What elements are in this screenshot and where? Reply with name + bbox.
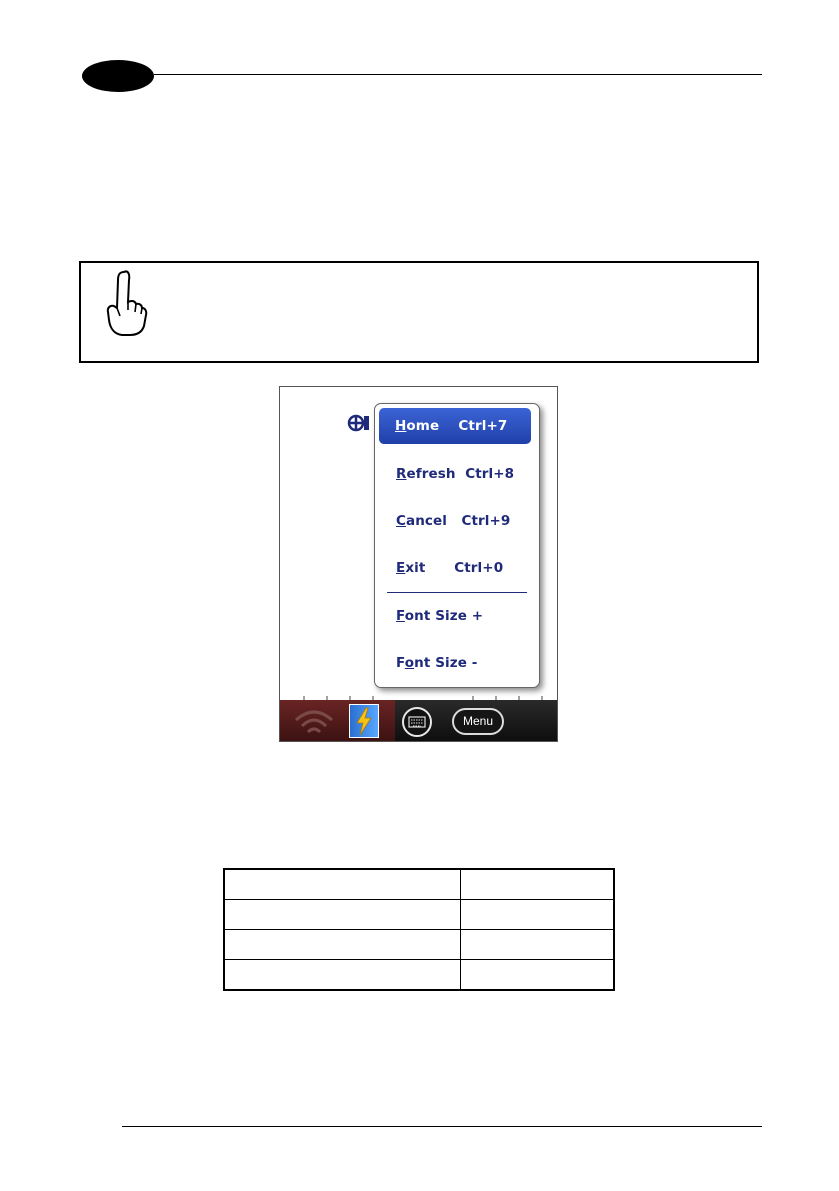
menu-item-label: Font Size - [396,655,478,671]
accelerator-key: C [396,513,407,529]
pointing-hand-icon [106,270,148,336]
menu-button[interactable]: Menu [452,708,504,735]
menu-item-cancel[interactable]: Cancel Ctrl+9 [396,513,510,529]
table-row [223,868,615,900]
table-cell [223,868,461,900]
menu-item-shortcut: Ctrl+7 [458,418,508,434]
table-row [223,899,615,930]
battery-icon[interactable] [349,704,379,738]
table-cell [223,899,461,930]
note-box [79,261,759,363]
browser-logo-icon [347,414,369,432]
menu-item-shortcut: Ctrl+0 [454,560,504,576]
menu-separator [387,592,527,593]
menu-item-shortcut: Ctrl+9 [461,513,511,529]
accelerator-key: F [396,608,405,624]
accelerator-key: R [396,466,407,482]
table-cell [460,929,615,960]
table-cell [223,929,461,960]
accelerator-key: o [404,655,415,671]
menu-item-label: Cancel [396,513,448,529]
menu-item-refresh[interactable]: Refresh Ctrl+8 [396,466,514,482]
wifi-icon[interactable] [292,702,336,738]
table-cell [223,959,461,991]
chapter-tab [82,60,154,92]
header-rule [154,74,762,75]
menu-item-label: Refresh [396,466,456,482]
table-cell [460,868,615,900]
table-row [223,929,615,960]
footer-rule [122,1126,762,1127]
device-screenshot: Menu Home Ctrl+7 Refresh Ctrl+8 Cancel C… [279,386,558,742]
menu-item-font-size-minus[interactable]: Font Size - [396,655,478,671]
status-area [280,700,395,741]
keyboard-icon[interactable] [402,707,432,737]
menu-item-shortcut: Ctrl+8 [465,466,515,482]
table-cell [460,899,615,930]
menu-item-label: Home [395,418,440,434]
spec-table [223,868,615,991]
table-cell [460,959,615,991]
table-row [223,959,615,991]
keyboard-glyph-icon [408,716,426,728]
battery-bolt-icon [356,707,372,736]
menu-item-home[interactable]: Home Ctrl+7 [379,408,531,444]
taskbar: Menu [280,700,557,741]
menu-item-label: Font Size + [396,608,484,624]
menu-item-label: Exit [396,560,426,576]
accelerator-key: H [395,418,407,434]
accelerator-key: E [396,560,406,576]
popup-menu: Home Ctrl+7 Refresh Ctrl+8 Cancel Ctrl+9… [374,403,540,688]
menu-item-exit[interactable]: Exit Ctrl+0 [396,560,503,576]
menu-item-font-size-plus[interactable]: Font Size + [396,608,483,624]
